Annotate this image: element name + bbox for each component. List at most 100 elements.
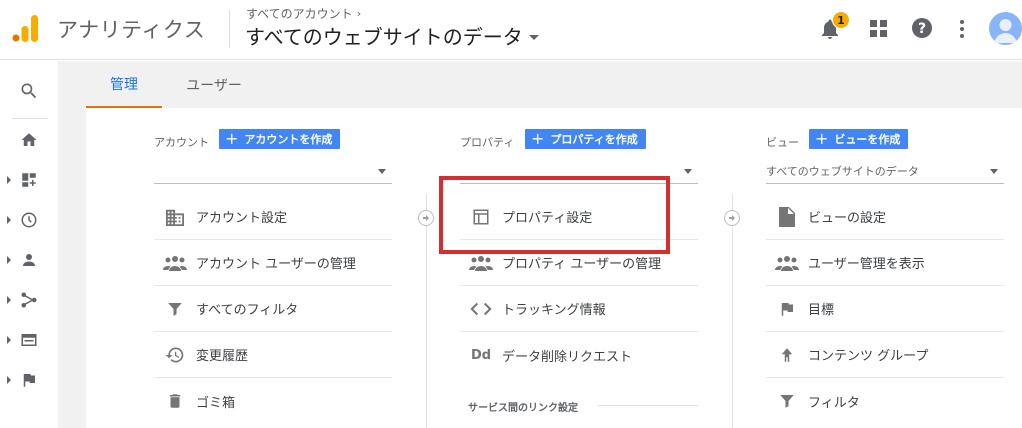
tab-admin[interactable]: 管理 xyxy=(86,61,162,108)
top-header: アナリティクス すべてのアカウント › すべてのウェブサイトのデータ 1 ? xyxy=(0,0,1022,60)
property-user-management-label: プロパティ ユーザーの管理 xyxy=(502,257,662,272)
create-property-button[interactable]: + プロパティを作成 xyxy=(525,129,646,149)
view-column: ビュー + ビューを作成 すべてのウェブサイトのデータ ビューの設定 ユーザー管… xyxy=(766,108,1004,428)
view-settings-label: ビューの設定 xyxy=(808,211,887,226)
trash-item[interactable]: ゴミ箱 xyxy=(154,378,392,424)
audience-person-icon[interactable] xyxy=(0,240,58,280)
avatar[interactable] xyxy=(989,12,1022,45)
change-history-item[interactable]: 変更履歴 xyxy=(154,332,392,378)
analytics-logo-icon[interactable] xyxy=(11,13,39,43)
data-deletion-request-item[interactable]: Dd データ削除リクエスト xyxy=(460,332,698,378)
dd-icon: Dd xyxy=(468,345,494,365)
create-account-label: アカウントを作成 xyxy=(244,133,333,146)
create-view-label: ビューを作成 xyxy=(834,133,901,146)
view-filters-label: フィルタ xyxy=(808,395,860,411)
acquisition-icon[interactable] xyxy=(0,280,58,320)
people-icon xyxy=(468,253,494,273)
trash-icon xyxy=(162,391,188,411)
account-label: アカウント xyxy=(154,136,209,149)
flag-icon xyxy=(774,299,800,319)
realtime-clock-icon[interactable] xyxy=(0,200,58,240)
expand-triangle-icon xyxy=(7,296,11,304)
more-vert-icon[interactable] xyxy=(950,17,974,41)
plus-icon: + xyxy=(531,129,545,148)
expand-triangle-icon xyxy=(7,376,11,384)
conversions-flag-icon[interactable] xyxy=(0,360,58,400)
property-select[interactable] xyxy=(460,160,698,184)
dd-icon-text: Dd xyxy=(470,347,492,363)
left-nav-rail xyxy=(0,61,58,428)
header-divider xyxy=(229,10,230,48)
app-title: アナリティクス xyxy=(57,18,206,42)
property-label: プロパティ xyxy=(460,136,515,149)
walker-icon xyxy=(774,345,800,365)
caret-down-icon xyxy=(378,169,386,174)
property-settings-item[interactable]: プロパティ設定 xyxy=(460,194,698,240)
arrow-right-icon xyxy=(724,210,740,226)
view-filters-item[interactable]: フィルタ xyxy=(766,378,1004,424)
account-user-management-item[interactable]: アカウント ユーザーの管理 xyxy=(154,240,392,286)
document-icon xyxy=(774,206,800,227)
create-view-button[interactable]: + ビューを作成 xyxy=(809,129,909,149)
expand-triangle-icon xyxy=(7,216,11,224)
tracking-info-label: トラッキング情報 xyxy=(502,303,606,318)
account-user-management-label: アカウント ユーザーの管理 xyxy=(196,257,356,272)
building-icon xyxy=(162,207,188,227)
goals-label: 目標 xyxy=(808,303,835,318)
apps-grid-icon[interactable] xyxy=(867,17,891,41)
svg-text:?: ? xyxy=(918,21,926,37)
tab-user[interactable]: ユーザー xyxy=(166,61,262,108)
code-icon xyxy=(468,299,494,319)
rail-divider xyxy=(12,118,48,119)
all-filters-label: すべてのフィルタ xyxy=(196,303,299,318)
view-label: ビュー xyxy=(766,136,799,149)
create-account-button[interactable]: + アカウントを作成 xyxy=(219,129,341,149)
section-divider xyxy=(598,405,698,406)
view-user-management-label: ユーザー管理を表示 xyxy=(808,257,925,272)
main-content: 管理 ユーザー アカウント + アカウントを作成 アカウント設定 アカウント ユ… xyxy=(58,61,1022,428)
view-select[interactable]: すべてのウェブサイトのデータ xyxy=(766,160,1004,184)
content-grouping-item[interactable]: コンテンツ グループ xyxy=(766,332,1004,378)
property-user-management-item[interactable]: プロパティ ユーザーの管理 xyxy=(460,240,698,286)
account-column: アカウント + アカウントを作成 アカウント設定 アカウント ユーザーの管理 す… xyxy=(154,108,392,428)
view-settings-item[interactable]: ビューの設定 xyxy=(766,194,1004,240)
search-icon[interactable] xyxy=(0,71,58,111)
create-property-label: プロパティを作成 xyxy=(550,133,638,146)
chevron-right-icon: › xyxy=(356,7,362,20)
breadcrumb-account[interactable]: すべてのアカウント xyxy=(246,5,353,22)
tab-bar: 管理 ユーザー xyxy=(58,61,1022,108)
tracking-info-item[interactable]: トラッキング情報 xyxy=(460,286,698,332)
site-title[interactable]: すべてのウェブサイトのデータ xyxy=(245,21,523,50)
expand-triangle-icon xyxy=(7,256,11,264)
notification-badge: 1 xyxy=(832,11,850,29)
change-history-label: 変更履歴 xyxy=(196,349,249,364)
layout-icon xyxy=(468,207,494,227)
all-filters-item[interactable]: すべてのフィルタ xyxy=(154,286,392,332)
goals-item[interactable]: 目標 xyxy=(766,286,1004,332)
help-icon[interactable]: ? xyxy=(910,16,934,40)
property-settings-label: プロパティ設定 xyxy=(502,211,593,226)
property-column: プロパティ + プロパティを作成 プロパティ設定 プロパティ ユーザーの管理 ト… xyxy=(460,108,698,428)
filter-icon xyxy=(774,391,800,411)
caret-down-icon xyxy=(990,169,998,174)
view-picker[interactable]: すべてのウェブサイトのデータ xyxy=(245,21,539,50)
expand-triangle-icon xyxy=(7,336,11,344)
customization-icon[interactable] xyxy=(0,160,58,200)
data-deletion-request-label: データ削除リクエスト xyxy=(502,349,633,365)
behavior-icon[interactable] xyxy=(0,320,58,360)
view-user-management-item[interactable]: ユーザー管理を表示 xyxy=(766,240,1004,286)
people-icon xyxy=(774,253,800,273)
home-icon[interactable] xyxy=(0,120,58,160)
caret-down-icon xyxy=(684,169,692,174)
account-select[interactable] xyxy=(154,160,392,184)
column-divider xyxy=(426,194,427,428)
account-settings-item[interactable]: アカウント設定 xyxy=(154,194,392,240)
view-select-value: すべてのウェブサイトのデータ xyxy=(766,165,919,178)
caret-down-icon xyxy=(528,35,539,40)
account-settings-label: アカウント設定 xyxy=(196,211,288,226)
content-grouping-label: コンテンツ グループ xyxy=(808,349,929,364)
breadcrumb[interactable]: すべてのアカウント › xyxy=(246,5,361,22)
expand-triangle-icon xyxy=(7,176,11,184)
column-divider xyxy=(732,194,733,428)
people-icon xyxy=(162,253,188,273)
